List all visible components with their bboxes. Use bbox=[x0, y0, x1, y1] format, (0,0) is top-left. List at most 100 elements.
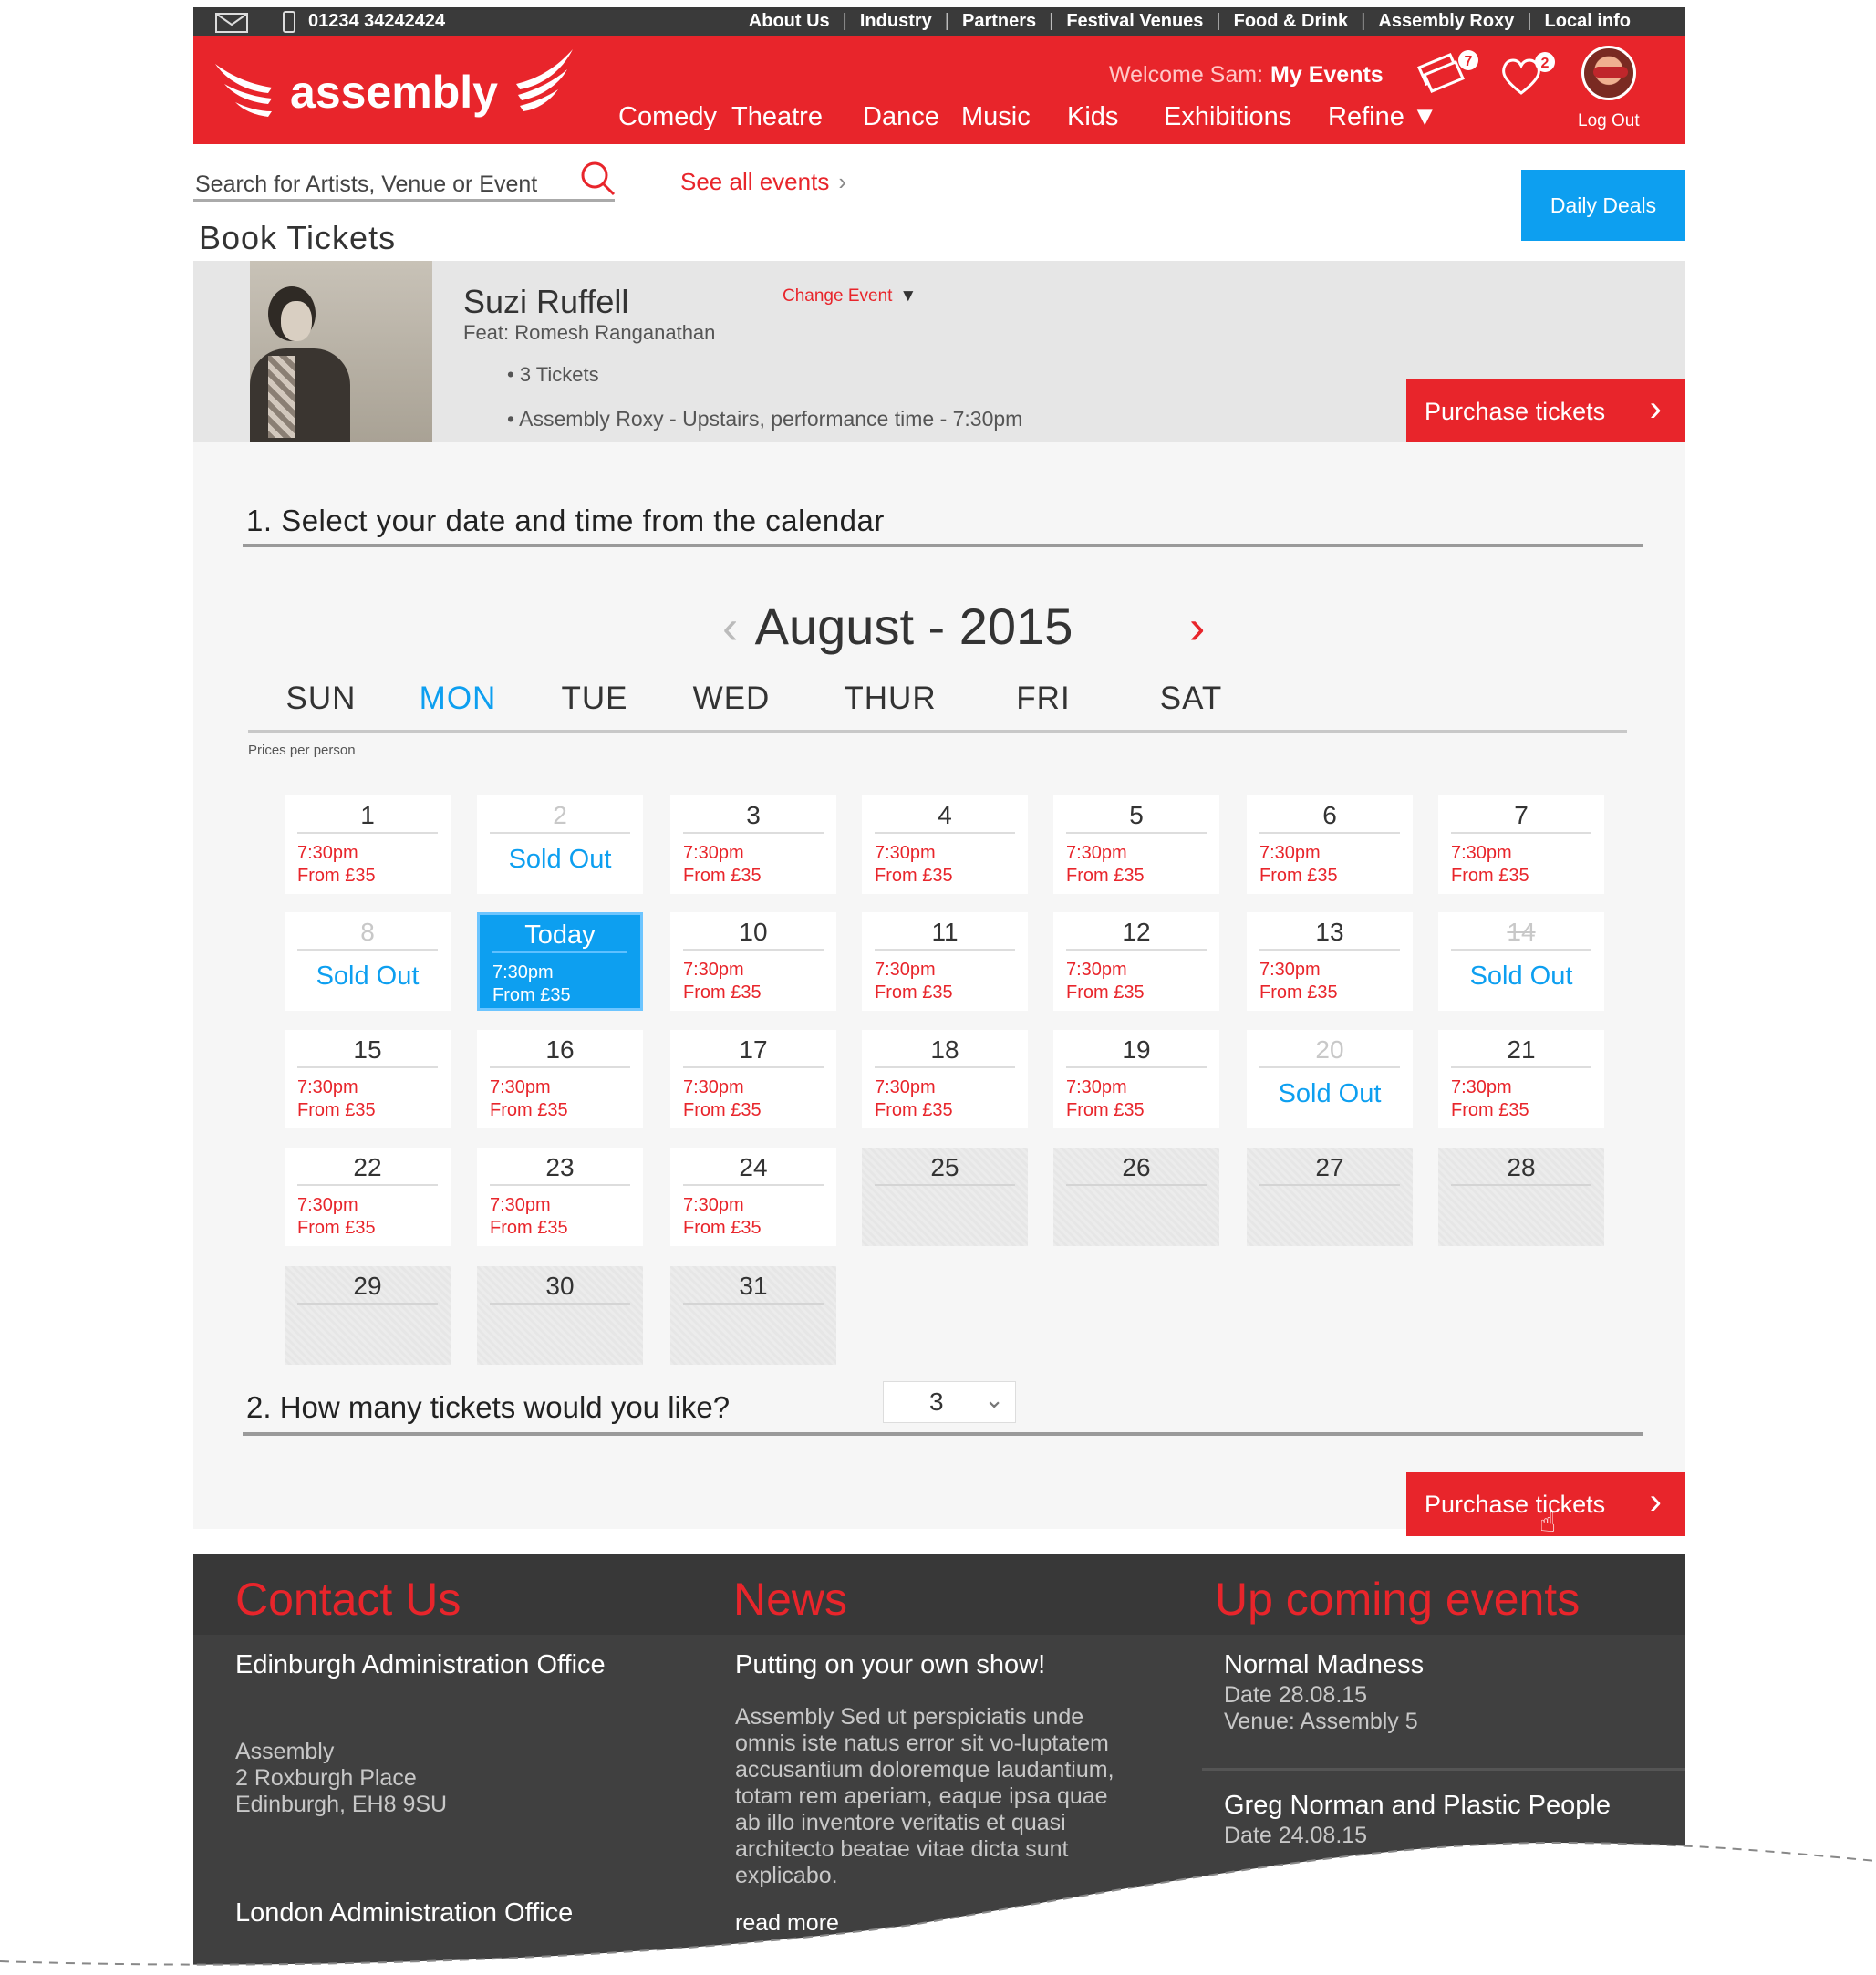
toplink-about[interactable]: About Us bbox=[736, 11, 843, 32]
day-number: 5 bbox=[1066, 801, 1207, 834]
day-number: 21 bbox=[1451, 1035, 1591, 1068]
assembly-logo[interactable]: assembly bbox=[212, 47, 576, 131]
calendar-day[interactable]: 23 7:30pm From £35 bbox=[477, 1148, 643, 1246]
calendar-day: 28 bbox=[1438, 1148, 1604, 1246]
price-from: From £35 bbox=[683, 1218, 762, 1238]
mail-icon[interactable] bbox=[215, 13, 248, 33]
my-events-link[interactable]: My Events bbox=[1270, 62, 1384, 88]
price-from: From £35 bbox=[683, 1100, 762, 1120]
price-from: From £35 bbox=[1259, 982, 1338, 1003]
nav-theatre[interactable]: Theatre bbox=[731, 102, 823, 132]
upcoming-event-name[interactable]: Normal Madness bbox=[1224, 1649, 1424, 1680]
day-number: 15 bbox=[297, 1035, 438, 1068]
search-icon[interactable] bbox=[578, 159, 618, 199]
toplink-partners[interactable]: Partners bbox=[949, 11, 1049, 32]
show-time: 7:30pm bbox=[875, 1077, 936, 1097]
favourites-heart-icon[interactable]: 2 bbox=[1499, 49, 1558, 99]
calendar-day: 14 Sold Out bbox=[1438, 912, 1604, 1011]
calendar-day[interactable]: 16 7:30pm From £35 bbox=[477, 1030, 643, 1128]
calendar-day[interactable]: 13 7:30pm From £35 bbox=[1247, 912, 1413, 1011]
day-number: 1 bbox=[297, 801, 438, 834]
day-number: 8 bbox=[297, 918, 438, 951]
calendar-day[interactable]: 24 7:30pm From £35 bbox=[670, 1148, 836, 1246]
show-time: 7:30pm bbox=[1259, 960, 1321, 980]
toplink-food-drink[interactable]: Food & Drink bbox=[1221, 11, 1362, 32]
daily-deals-button[interactable]: Daily Deals bbox=[1521, 170, 1685, 241]
booking-panel: 1. Select your date and time from the ca… bbox=[193, 442, 1685, 1538]
show-time: 7:30pm bbox=[683, 1195, 744, 1215]
search-underline bbox=[193, 199, 615, 202]
user-avatar[interactable] bbox=[1581, 46, 1636, 100]
calendar-day[interactable]: 6 7:30pm From £35 bbox=[1247, 795, 1413, 894]
calendar-day: 25 bbox=[862, 1148, 1028, 1246]
artist-photo bbox=[250, 261, 432, 442]
venue-bullet: • Assembly Roxy - Upstairs, performance … bbox=[507, 407, 1023, 431]
price-from: From £35 bbox=[1066, 866, 1145, 886]
calendar-day[interactable]: 10 7:30pm From £35 bbox=[670, 912, 836, 1011]
purchase-tickets-button-top[interactable]: Purchase tickets › bbox=[1406, 379, 1685, 443]
toplink-festival-venues[interactable]: Festival Venues bbox=[1053, 11, 1216, 32]
day-number: 7 bbox=[1451, 801, 1591, 834]
day-number: 25 bbox=[875, 1153, 1015, 1186]
day-number: 11 bbox=[875, 918, 1015, 951]
divider bbox=[243, 1432, 1643, 1436]
calendar-day[interactable]: 5 7:30pm From £35 bbox=[1053, 795, 1219, 894]
nav-comedy[interactable]: Comedy bbox=[618, 102, 717, 132]
svg-text:7: 7 bbox=[1465, 54, 1473, 69]
calendar-day[interactable]: 19 7:30pm From £35 bbox=[1053, 1030, 1219, 1128]
calendar-day[interactable]: 22 7:30pm From £35 bbox=[285, 1148, 451, 1246]
calendar-day[interactable]: 3 7:30pm From £35 bbox=[670, 795, 836, 894]
calendar-day[interactable]: 18 7:30pm From £35 bbox=[862, 1030, 1028, 1128]
ticket-quantity-select[interactable]: 3 ⌄ bbox=[883, 1381, 1016, 1423]
see-all-events-link[interactable]: See all events › bbox=[680, 168, 846, 196]
toplink-assembly-roxy[interactable]: Assembly Roxy bbox=[1365, 11, 1527, 32]
change-event-label: Change Event bbox=[783, 286, 893, 306]
toplink-industry[interactable]: Industry bbox=[847, 11, 945, 32]
search-input[interactable]: Search for Artists, Venue or Event bbox=[195, 172, 537, 198]
nav-exhibitions[interactable]: Exhibitions bbox=[1164, 102, 1291, 132]
price-from: From £35 bbox=[1259, 866, 1338, 886]
address-line: Assembly bbox=[235, 1739, 335, 1764]
change-event-dropdown[interactable]: Change Event ▼ bbox=[783, 286, 917, 307]
phone-icon bbox=[283, 11, 295, 33]
chevron-down-icon: ⌄ bbox=[984, 1386, 1004, 1413]
calendar-day[interactable]: 1 7:30pm From £35 bbox=[285, 795, 451, 894]
day-number: 10 bbox=[683, 918, 824, 951]
calendar-day[interactable]: 4 7:30pm From £35 bbox=[862, 795, 1028, 894]
calendar-day[interactable]: 11 7:30pm From £35 bbox=[862, 912, 1028, 1011]
show-time: 7:30pm bbox=[875, 960, 936, 980]
calendar-day[interactable]: 17 7:30pm From £35 bbox=[670, 1030, 836, 1128]
calendar-day[interactable]: 21 7:30pm From £35 bbox=[1438, 1030, 1604, 1128]
prices-note: Prices per person bbox=[248, 743, 356, 758]
nav-refine-dropdown[interactable]: Refine ▼ bbox=[1328, 102, 1438, 132]
calendar-day: 27 bbox=[1247, 1148, 1413, 1246]
toplink-local-info[interactable]: Local info bbox=[1532, 11, 1643, 32]
price-from: From £35 bbox=[875, 1100, 953, 1120]
day-number: 31 bbox=[683, 1272, 824, 1305]
news-title[interactable]: Putting on your own show! bbox=[735, 1649, 1045, 1680]
day-number: 28 bbox=[1451, 1153, 1591, 1186]
welcome-message: Welcome Sam: My Events bbox=[1109, 62, 1384, 88]
logout-link[interactable]: Log Out bbox=[1578, 111, 1640, 131]
day-number: 14 bbox=[1451, 918, 1591, 951]
nav-kids[interactable]: Kids bbox=[1067, 102, 1118, 132]
tickets-icon[interactable]: 7 bbox=[1412, 47, 1481, 99]
calendar-day[interactable]: Today 7:30pm From £35 bbox=[477, 912, 643, 1011]
day-number: 19 bbox=[1066, 1035, 1207, 1068]
edinburgh-office-title: Edinburgh Administration Office bbox=[235, 1650, 606, 1679]
divider bbox=[1202, 1768, 1685, 1771]
event-featuring: Feat: Romesh Ranganathan bbox=[463, 321, 716, 344]
show-time: 7:30pm bbox=[1066, 1077, 1127, 1097]
step1-heading: 1. Select your date and time from the ca… bbox=[246, 504, 885, 537]
calendar-day[interactable]: 12 7:30pm From £35 bbox=[1053, 912, 1219, 1011]
nav-dance[interactable]: Dance bbox=[863, 102, 939, 132]
day-number: 23 bbox=[490, 1153, 630, 1186]
chevron-right-icon: › bbox=[1649, 1481, 1662, 1522]
weekday-sat: SAT bbox=[1159, 681, 1223, 716]
next-month-button[interactable]: › bbox=[1189, 600, 1205, 655]
calendar-day[interactable]: 7 7:30pm From £35 bbox=[1438, 795, 1604, 894]
calendar-day[interactable]: 15 7:30pm From £35 bbox=[285, 1030, 451, 1128]
chevron-right-icon: › bbox=[1649, 389, 1662, 429]
top-utility-bar: 01234 34242424 About Us | Industry | Partn… bbox=[193, 7, 1685, 36]
nav-music[interactable]: Music bbox=[961, 102, 1031, 132]
